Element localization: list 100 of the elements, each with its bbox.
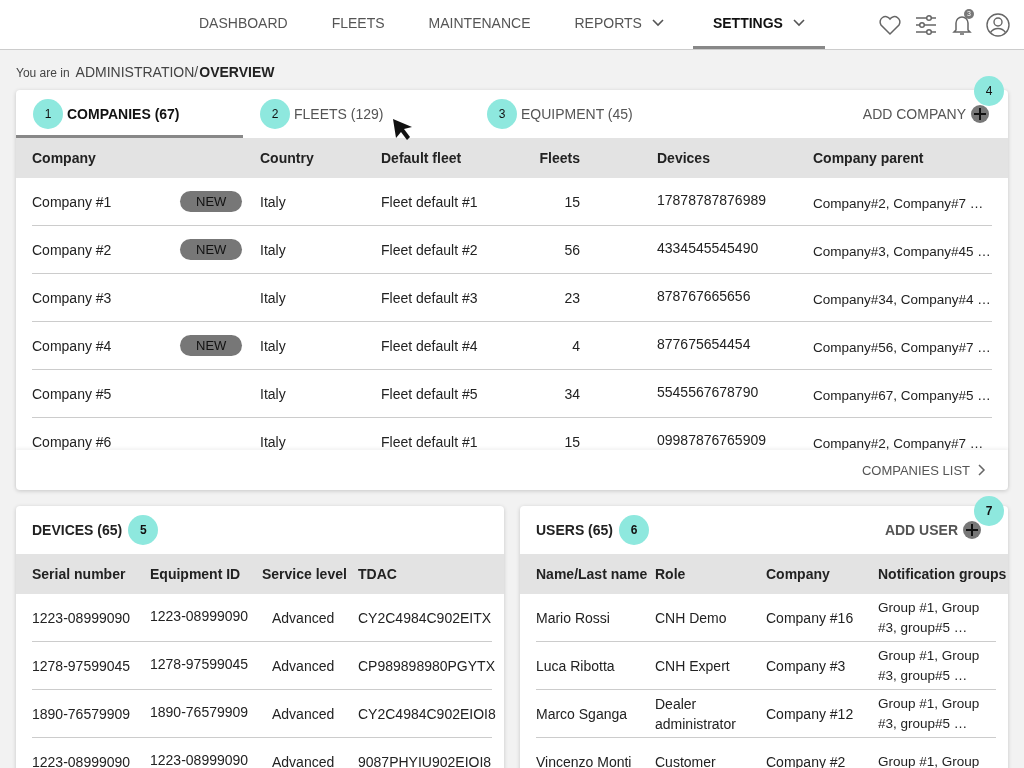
column-header: Fleets — [538, 150, 580, 166]
table-cell-text: Advanced — [271, 656, 336, 676]
column-header: Company parent — [813, 150, 925, 166]
table-cell-text: Company#2, Company#7 … — [813, 436, 985, 450]
nav-tab[interactable]: FLEETS — [316, 0, 400, 49]
table-cell: Company#67, Company#5 … — [813, 388, 992, 403]
table-cell-text: 877675654454 — [657, 335, 752, 352]
table-cell-text: Group #1, Group — [878, 752, 981, 768]
table-cell-text: 23 — [563, 289, 580, 306]
table-cell-text: Company#2, Company#7 … — [813, 196, 985, 211]
table-cell-text: Customer — [655, 752, 717, 768]
table-cell-text: Italy — [260, 433, 287, 450]
table-cell-text: Fleet default #1 — [381, 433, 479, 450]
table-cell-text: 878767665656 — [657, 287, 752, 304]
annotation-marker: 4 — [974, 76, 1004, 106]
table-cell-text: Company #6 — [32, 433, 113, 450]
breadcrumb-label: You are in — [16, 66, 70, 80]
table-cell-text: Vincenzo Monti — [536, 752, 633, 768]
column-header: Notification groups — [878, 566, 1008, 582]
table-cell-text: Fleet default #5 — [381, 385, 479, 402]
table-cell-text: Advanced — [271, 752, 336, 768]
annotation-marker: 6 — [619, 515, 650, 545]
table-cell-text: Fleet default #3 — [381, 289, 479, 306]
column-header: Devices — [657, 150, 711, 166]
tab[interactable]: COMPANIES (67) — [67, 106, 180, 122]
new-badge: NEW — [180, 239, 243, 260]
annotation-marker: 2 — [260, 99, 290, 129]
table-cell-text: 56 — [563, 241, 580, 258]
table-cell: Company#34, Company#4 … — [813, 292, 992, 307]
nav-tab[interactable]: SETTINGS — [692, 0, 825, 49]
table-cell-text: Advanced — [271, 608, 336, 628]
table-cell-text: Italy — [260, 241, 287, 258]
table-cell-text: Dealer administrator — [655, 694, 737, 734]
nav-tab[interactable]: REPORTS — [559, 0, 679, 49]
table-cell-text: 34 — [563, 385, 580, 402]
column-header: Country — [260, 150, 315, 166]
table-cell-text: Italy — [260, 337, 287, 354]
column-header: Default fleet — [381, 150, 463, 166]
table-cell-text: 1223-08999090 — [32, 608, 132, 628]
heart-icon[interactable] — [878, 13, 902, 36]
table-cell-text: CP989898980PGYTX — [358, 656, 495, 676]
table-cell-text: Italy — [260, 289, 287, 306]
table-cell-text: Fleet default #1 — [381, 193, 479, 210]
table-cell-text: Group #1, Group #3, group#5 … — [878, 694, 981, 733]
table-cell-text: Advanced — [271, 704, 336, 724]
breadcrumb-current: OVERVIEW — [199, 64, 275, 80]
new-badge: NEW — [180, 335, 243, 356]
sliders-icon[interactable] — [914, 13, 938, 36]
table-cell-text: Italy — [260, 385, 287, 402]
column-header: Role — [655, 566, 687, 582]
table-cell-text: Fleet default #2 — [381, 241, 479, 258]
plus-icon — [970, 104, 990, 124]
table-cell-text: Fleet default #4 — [381, 337, 479, 354]
table-cell-text: 15 — [563, 433, 580, 450]
column-header: Equipment ID — [150, 566, 242, 582]
table-cell-text: 5545567678790 — [657, 383, 760, 400]
add-company-button[interactable]: ADD COMPANY — [862, 104, 990, 124]
table-cell-text: CNH Expert — [655, 656, 731, 676]
table-cell-text: 1278-97599045 — [32, 656, 132, 676]
tab[interactable]: FLEETS (129) — [294, 106, 384, 122]
table-cell-text: 1278-97599045 — [150, 654, 250, 674]
annotation-marker: 1 — [33, 99, 63, 129]
annotation-marker: 7 — [974, 496, 1004, 526]
panel-title: USERS (65) — [536, 522, 614, 538]
breadcrumb-link[interactable]: ADMINISTRATION/ — [75, 64, 199, 80]
nav-tab[interactable]: MAINTENANCE — [413, 0, 546, 49]
table-cell-text: CY2C4984C902EIOI8 — [358, 704, 496, 724]
column-header: Name/Last name — [536, 566, 649, 582]
annotation-marker: 5 — [128, 515, 159, 545]
table-cell-text: 17878787876989 — [657, 191, 767, 208]
table-cell: Company#56, Company#7 … — [813, 340, 992, 355]
panel-title: DEVICES (65) — [32, 522, 123, 538]
table-cell: Company#3, Company#45 … — [813, 244, 992, 259]
table-cell-text: Company #1 — [32, 193, 113, 210]
table-cell-text: 4334545545490 — [657, 239, 760, 256]
chevron-icon — [651, 19, 664, 27]
user-avatar-icon[interactable] — [986, 12, 1010, 37]
table-cell-text: Company #3 — [766, 656, 847, 676]
table-cell-text: Company #2 — [32, 241, 113, 258]
table-cell-text: 15 — [563, 193, 580, 210]
tab[interactable]: EQUIPMENT (45) — [521, 106, 633, 122]
column-header: Service level — [262, 566, 348, 582]
companies-list-link[interactable]: COMPANIES LIST — [861, 462, 986, 478]
new-badge: NEW — [180, 191, 243, 212]
table-cell-text: 09987876765909 — [657, 431, 767, 448]
table-cell-text: Company #4 — [32, 337, 113, 354]
table-cell-text: Company #3 — [32, 289, 113, 306]
column-header: Serial number — [32, 566, 127, 582]
column-header: Company — [32, 150, 97, 166]
table-cell-text: CNH Demo — [655, 608, 728, 628]
table-cell-text: Italy — [260, 193, 287, 210]
table-cell-text: 1223-08999090 — [150, 606, 250, 626]
table-cell-text: 1223-08999090 — [150, 750, 250, 768]
table-cell-text: Company #5 — [32, 385, 113, 402]
annotation-marker: 3 — [487, 99, 517, 129]
nav-tab[interactable]: DASHBOARD — [184, 0, 303, 49]
table-cell-text: 4 — [571, 337, 580, 354]
mouse-cursor-icon — [392, 118, 414, 142]
plus-icon — [962, 520, 982, 540]
column-header: TDAC — [358, 566, 398, 582]
